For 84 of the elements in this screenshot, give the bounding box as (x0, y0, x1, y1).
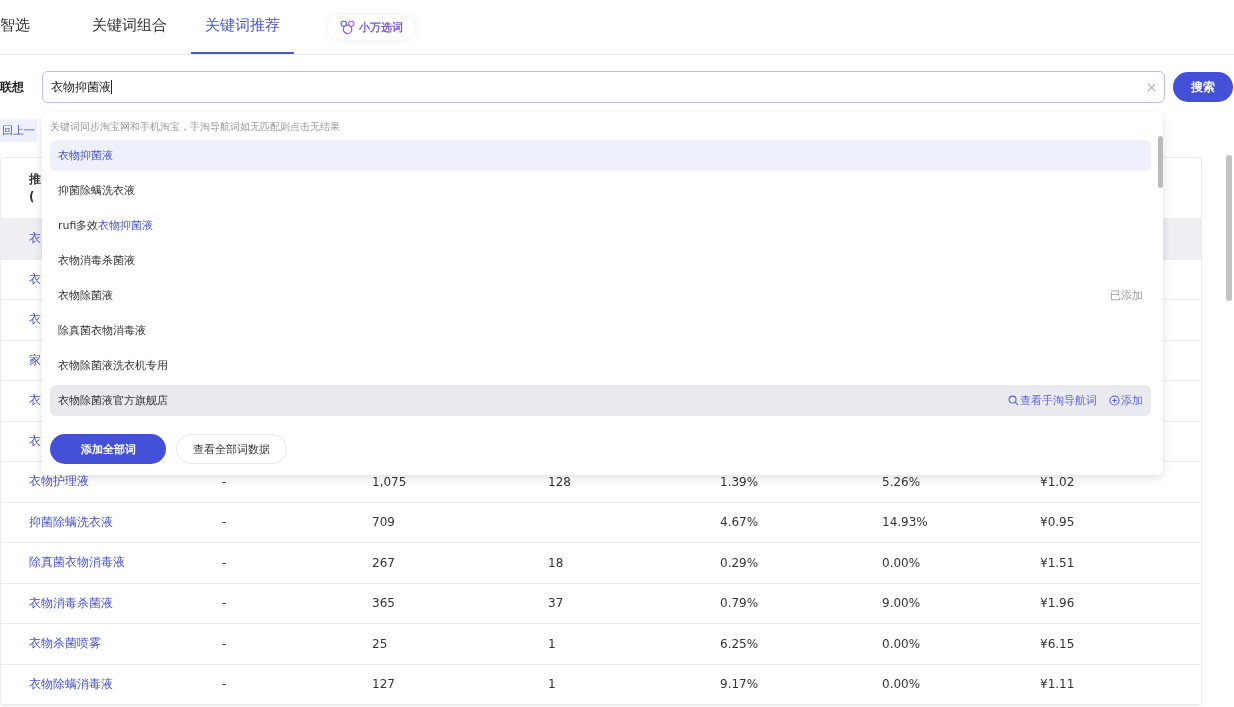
table-cell: 0.79% (720, 596, 759, 611)
table-cell: 0.00% (882, 677, 921, 692)
table-cell: ¥1.96 (1040, 596, 1075, 611)
keyword-link[interactable]: 衣物消毒杀菌液 (29, 594, 113, 612)
added-status: 已添加 (1110, 288, 1143, 303)
keyword-link[interactable]: 除真菌衣物消毒液 (29, 554, 125, 572)
table-cell: 1.39% (720, 474, 759, 489)
keyword-link[interactable]: 衣物除螨消毒液 (29, 675, 113, 693)
table-cell: ¥1.02 (1040, 474, 1075, 489)
table-cell: 14.93% (882, 515, 928, 530)
suggestion-text: 衣物除菌液洗衣机专用 (58, 358, 168, 373)
suggestion-item[interactable]: 抑菌除螨洗衣液 (50, 175, 1151, 206)
tab[interactable]: 关键词推荐 (191, 0, 294, 54)
field-label: 联想 (0, 78, 25, 96)
keyword-link[interactable]: 衣 (29, 230, 41, 248)
plus-circle-icon (1109, 395, 1120, 406)
table-cell: 365 (372, 596, 395, 611)
close-icon[interactable] (1147, 82, 1156, 92)
suggestion-item[interactable]: 衣物除菌液洗衣机专用 (50, 350, 1151, 381)
suggestion-text: 衣物除菌液 (58, 288, 113, 303)
view-nav-words-link[interactable]: 查看手淘导航词 (1008, 393, 1097, 408)
scrollbar[interactable] (1226, 155, 1232, 301)
table-cell: - (222, 555, 227, 570)
table-cell: 37 (548, 596, 564, 611)
table-cell: 267 (372, 555, 395, 570)
keyword-link[interactable]: 衣物护理液 (29, 473, 89, 491)
suggestion-item[interactable]: 除真菌衣物消毒液 (50, 315, 1151, 346)
table-cell: 0.00% (882, 636, 921, 651)
tab[interactable]: 智选 (0, 0, 44, 54)
table-cell: 1 (548, 636, 556, 651)
keyword-link[interactable]: 家 (29, 351, 41, 369)
suggestion-text: 抑菌除螨洗衣液 (58, 183, 135, 198)
table-cell: - (222, 677, 227, 692)
suggestion-item[interactable]: 衣物消毒杀菌液 (50, 245, 1151, 276)
table-cell: 9.00% (882, 596, 921, 611)
keyword-link[interactable]: 衣 (29, 392, 41, 410)
view-all-data-button[interactable]: 查看全部词数据 (176, 434, 287, 464)
table-cell: 4.67% (720, 515, 759, 530)
add-all-button[interactable]: 添加全部词 (50, 434, 166, 464)
table-cell: ¥1.11 (1040, 677, 1075, 692)
feature-badge[interactable]: 小万选词 (328, 14, 415, 40)
scrollbar[interactable] (1158, 136, 1163, 188)
tab[interactable]: 关键词组合 (78, 0, 181, 54)
keyword-link[interactable]: 衣 (29, 311, 41, 329)
suggestion-item[interactable]: 衣物除菌液 已添加 (50, 280, 1151, 311)
suggestion-item[interactable]: 衣物除菌液官方旗舰店 查看手淘导航词 添加 (50, 385, 1151, 416)
table-cell: - (222, 636, 227, 651)
search-field[interactable]: 衣物抑菌液 (42, 71, 1165, 103)
keyword-link[interactable]: 抑菌除螨洗衣液 (29, 513, 113, 531)
table-cell: - (222, 474, 227, 489)
suggestion-text: 衣物抑菌液 (58, 148, 113, 163)
table-cell: 128 (548, 474, 571, 489)
keyword-link[interactable]: 衣 (29, 432, 41, 450)
table-cell: 0.29% (720, 555, 759, 570)
back-link[interactable]: 回上一 (0, 118, 37, 142)
table-cell: 25 (372, 636, 388, 651)
hint-text: 关键词同步淘宝网和手机淘宝，手淘导航词如无匹配则点击无结果 (49, 120, 341, 134)
table-cell: 5.26% (882, 474, 921, 489)
table-cell: 709 (372, 515, 395, 530)
suggestion-text: 衣物消毒杀菌液 (58, 253, 135, 268)
suggestion-text: rufi多效衣物抑菌液 (58, 218, 154, 233)
table-cell: 18 (548, 555, 564, 570)
keyword-link[interactable]: 衣 (29, 270, 41, 288)
column-header: 推 ( (29, 171, 41, 206)
table-cell: 9.17% (720, 677, 759, 692)
keyword-link[interactable]: 衣物杀菌喷雾 (29, 635, 101, 653)
search-icon (1008, 395, 1019, 406)
table-cell: - (222, 596, 227, 611)
table-cell: ¥1.51 (1040, 555, 1075, 570)
table-cell: 6.25% (720, 636, 759, 651)
table-cell: 127 (372, 677, 395, 692)
table-cell: ¥6.15 (1040, 636, 1075, 651)
add-link[interactable]: 添加 (1109, 393, 1143, 408)
table-cell: 1 (548, 677, 556, 692)
mouse-head-icon (340, 19, 355, 35)
table-cell: 1,075 (372, 474, 407, 489)
suggestion-text: 衣物除菌液官方旗舰店 (58, 393, 168, 408)
suggestion-item[interactable]: rufi多效衣物抑菌液 (50, 210, 1151, 241)
table-cell: - (222, 515, 227, 530)
search-button[interactable]: 搜索 (1173, 72, 1233, 102)
table-cell: 0.00% (882, 555, 921, 570)
suggestion-text: 除真菌衣物消毒液 (58, 323, 146, 338)
suggestion-item[interactable]: 衣物抑菌液 (50, 140, 1151, 171)
table-cell: ¥0.95 (1040, 515, 1075, 530)
